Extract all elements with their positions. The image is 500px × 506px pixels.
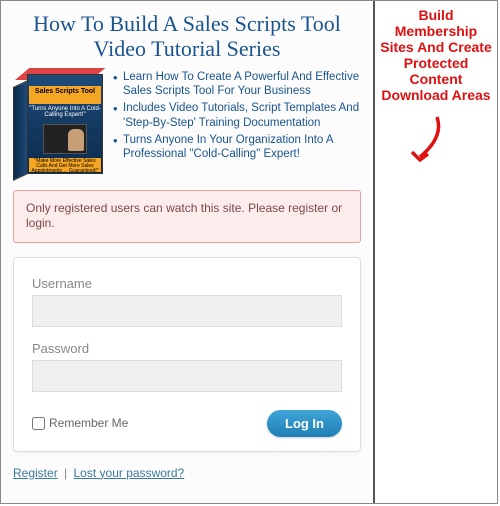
box-banner-text: Sales Scripts Tool xyxy=(29,86,101,104)
link-separator: | xyxy=(64,466,67,480)
remember-me[interactable]: Remember Me xyxy=(32,416,128,430)
title-line-2: Video Tutorial Series xyxy=(94,36,281,61)
main-content: How To Build A Sales Scripts Tool Video … xyxy=(1,1,375,503)
password-label: Password xyxy=(32,341,342,356)
product-box-image: Sales Scripts Tool "Turns Anyone Into A … xyxy=(13,70,105,178)
bullet-item: Includes Video Tutorials, Script Templat… xyxy=(113,101,361,130)
username-label: Username xyxy=(32,276,342,291)
side-callout: Build Membership Sites And Create Protec… xyxy=(375,1,497,503)
page-title: How To Build A Sales Scripts Tool Video … xyxy=(13,11,361,62)
access-error-message: Only registered users can watch this sit… xyxy=(13,190,361,243)
register-link[interactable]: Register xyxy=(13,466,58,480)
remember-checkbox[interactable] xyxy=(32,417,45,430)
box-subtitle: "Turns Anyone Into A Cold-Calling Expert… xyxy=(29,106,101,119)
feature-bullets: Learn How To Create A Powerful And Effec… xyxy=(113,70,361,178)
remember-label: Remember Me xyxy=(49,416,128,430)
hero-section: Sales Scripts Tool "Turns Anyone Into A … xyxy=(13,70,361,178)
bullet-item: Turns Anyone In Your Organization Into A… xyxy=(113,133,361,162)
box-footer-text: "Make More Effective Sales Calls And Get… xyxy=(29,158,101,172)
callout-line: Build Membership xyxy=(395,7,477,39)
login-button[interactable]: Log In xyxy=(267,410,342,437)
box-thumbnail xyxy=(43,124,87,154)
auth-links: Register | Lost your password? xyxy=(13,466,361,480)
username-input[interactable] xyxy=(32,295,342,327)
login-form: Username Password Remember Me Log In xyxy=(13,257,361,452)
password-input[interactable] xyxy=(32,360,342,392)
callout-text: Build Membership Sites And Create Protec… xyxy=(379,7,493,104)
curved-arrow-icon xyxy=(402,112,452,172)
callout-arrow xyxy=(379,112,493,177)
title-line-1: How To Build A Sales Scripts Tool xyxy=(33,11,341,36)
callout-line: Sites And Create xyxy=(380,39,492,55)
lost-password-link[interactable]: Lost your password? xyxy=(74,466,185,480)
callout-line: Download Areas xyxy=(381,87,490,103)
callout-line: Protected Content xyxy=(404,55,469,87)
bullet-item: Learn How To Create A Powerful And Effec… xyxy=(113,70,361,99)
